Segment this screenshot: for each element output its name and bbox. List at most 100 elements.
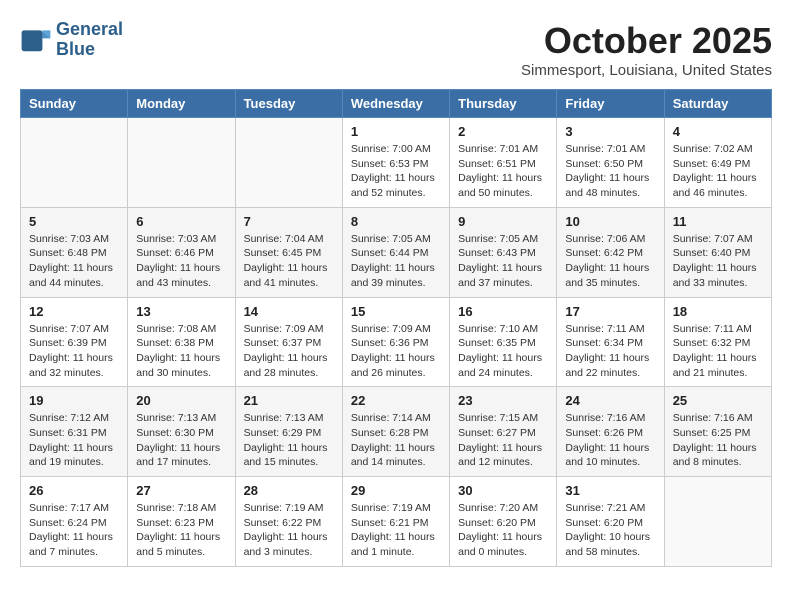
day-info: Sunrise: 7:20 AMSunset: 6:20 PMDaylight:…	[458, 501, 548, 560]
calendar-cell: 10Sunrise: 7:06 AMSunset: 6:42 PMDayligh…	[557, 207, 664, 297]
day-info: Sunrise: 7:01 AMSunset: 6:50 PMDaylight:…	[565, 142, 655, 201]
day-number: 19	[29, 393, 119, 408]
day-number: 20	[136, 393, 226, 408]
day-number: 14	[244, 304, 334, 319]
day-info: Sunrise: 7:19 AMSunset: 6:21 PMDaylight:…	[351, 501, 441, 560]
day-number: 5	[29, 214, 119, 229]
day-number: 11	[673, 214, 763, 229]
day-info: Sunrise: 7:01 AMSunset: 6:51 PMDaylight:…	[458, 142, 548, 201]
weekday-header-monday: Monday	[128, 90, 235, 118]
day-number: 2	[458, 124, 548, 139]
weekday-header-thursday: Thursday	[450, 90, 557, 118]
calendar-cell: 29 Sunrise: 7:19 AMSunset: 6:21 PMDayligh…	[342, 477, 449, 567]
day-number: 25	[673, 393, 763, 408]
calendar-table: SundayMondayTuesdayWednesdayThursdayFrid…	[20, 89, 772, 567]
day-info: Sunrise: 7:21 AMSunset: 6:20 PMDaylight:…	[565, 501, 655, 560]
calendar-cell: 15 Sunrise: 7:09 AMSunset: 6:36 PMDayligh…	[342, 297, 449, 387]
day-number: 27	[136, 483, 226, 498]
day-number: 16	[458, 304, 548, 319]
day-info: Sunrise: 7:05 AMSunset: 6:43 PMDaylight:…	[458, 232, 548, 291]
calendar-cell	[235, 118, 342, 208]
day-info: Sunrise: 7:14 AMSunset: 6:28 PMDaylight:…	[351, 411, 441, 470]
day-number: 8	[351, 214, 441, 229]
calendar-cell	[21, 118, 128, 208]
day-info: Sunrise: 7:00 AMSunset: 6:53 PMDaylight:…	[351, 142, 441, 201]
day-info: Sunrise: 7:13 AMSunset: 6:30 PMDaylight:…	[136, 411, 226, 470]
day-info: Sunrise: 7:06 AMSunset: 6:42 PMDaylight:…	[565, 232, 655, 291]
day-info: Sunrise: 7:03 AMSunset: 6:46 PMDaylight:…	[136, 232, 226, 291]
calendar-cell	[128, 118, 235, 208]
calendar-cell: 4Sunrise: 7:02 AMSunset: 6:49 PMDaylight…	[664, 118, 771, 208]
day-info: Sunrise: 7:04 AMSunset: 6:45 PMDaylight:…	[244, 232, 334, 291]
day-info: Sunrise: 7:13 AMSunset: 6:29 PMDaylight:…	[244, 411, 334, 470]
weekday-header-tuesday: Tuesday	[235, 90, 342, 118]
calendar-cell: 5 Sunrise: 7:03 AMSunset: 6:48 PMDaylight…	[21, 207, 128, 297]
calendar-cell: 18 Sunrise: 7:11 AMSunset: 6:32 PMDayligh…	[664, 297, 771, 387]
day-number: 30	[458, 483, 548, 498]
logo-text: General Blue	[56, 20, 123, 60]
page-header: General Blue October 2025 Simmesport, Lo…	[20, 20, 772, 79]
weekday-header-friday: Friday	[557, 90, 664, 118]
day-number: 7	[244, 214, 334, 229]
day-info: Sunrise: 7:03 AMSunset: 6:48 PMDaylight:…	[29, 232, 119, 291]
logo-line1: General	[56, 20, 123, 40]
calendar-cell: 1Sunrise: 7:00 AMSunset: 6:53 PMDaylight…	[342, 118, 449, 208]
day-info: Sunrise: 7:12 AMSunset: 6:31 PMDaylight:…	[29, 411, 119, 470]
day-info: Sunrise: 7:08 AMSunset: 6:38 PMDaylight:…	[136, 322, 226, 381]
calendar-cell: 7 Sunrise: 7:04 AMSunset: 6:45 PMDaylight…	[235, 207, 342, 297]
calendar-cell: 19 Sunrise: 7:12 AMSunset: 6:31 PMDayligh…	[21, 387, 128, 477]
logo: General Blue	[20, 20, 123, 60]
calendar-week-3: 12 Sunrise: 7:07 AMSunset: 6:39 PMDayligh…	[21, 297, 772, 387]
day-number: 24	[565, 393, 655, 408]
day-number: 12	[29, 304, 119, 319]
logo-icon	[20, 24, 52, 56]
calendar-cell: 2 Sunrise: 7:01 AMSunset: 6:51 PMDaylight…	[450, 118, 557, 208]
day-number: 4	[673, 124, 763, 139]
calendar-cell: 8 Sunrise: 7:05 AMSunset: 6:44 PMDaylight…	[342, 207, 449, 297]
day-info: Sunrise: 7:16 AMSunset: 6:26 PMDaylight:…	[565, 411, 655, 470]
calendar-cell: 26Sunrise: 7:17 AMSunset: 6:24 PMDayligh…	[21, 477, 128, 567]
day-info: Sunrise: 7:11 AMSunset: 6:32 PMDaylight:…	[673, 322, 763, 381]
day-number: 29	[351, 483, 441, 498]
day-number: 31	[565, 483, 655, 498]
weekday-header-sunday: Sunday	[21, 90, 128, 118]
calendar-cell: 6 Sunrise: 7:03 AMSunset: 6:46 PMDaylight…	[128, 207, 235, 297]
calendar-cell	[664, 477, 771, 567]
calendar-week-1: 1Sunrise: 7:00 AMSunset: 6:53 PMDaylight…	[21, 118, 772, 208]
calendar-cell: 31 Sunrise: 7:21 AMSunset: 6:20 PMDayligh…	[557, 477, 664, 567]
day-info: Sunrise: 7:11 AMSunset: 6:34 PMDaylight:…	[565, 322, 655, 381]
day-info: Sunrise: 7:09 AMSunset: 6:36 PMDaylight:…	[351, 322, 441, 381]
day-number: 18	[673, 304, 763, 319]
day-number: 26	[29, 483, 119, 498]
weekday-header-row: SundayMondayTuesdayWednesdayThursdayFrid…	[21, 90, 772, 118]
calendar-cell: 23Sunrise: 7:15 AMSunset: 6:27 PMDayligh…	[450, 387, 557, 477]
location: Simmesport, Louisiana, United States	[521, 62, 772, 79]
day-number: 9	[458, 214, 548, 229]
day-info: Sunrise: 7:05 AMSunset: 6:44 PMDaylight:…	[351, 232, 441, 291]
calendar-cell: 14 Sunrise: 7:09 AMSunset: 6:37 PMDayligh…	[235, 297, 342, 387]
title-area: October 2025 Simmesport, Louisiana, Unit…	[521, 20, 772, 79]
calendar-cell: 17Sunrise: 7:11 AMSunset: 6:34 PMDayligh…	[557, 297, 664, 387]
day-number: 21	[244, 393, 334, 408]
calendar-cell: 22 Sunrise: 7:14 AMSunset: 6:28 PMDayligh…	[342, 387, 449, 477]
calendar-cell: 16Sunrise: 7:10 AMSunset: 6:35 PMDayligh…	[450, 297, 557, 387]
calendar-week-5: 26Sunrise: 7:17 AMSunset: 6:24 PMDayligh…	[21, 477, 772, 567]
day-info: Sunrise: 7:07 AMSunset: 6:40 PMDaylight:…	[673, 232, 763, 291]
calendar-cell: 30 Sunrise: 7:20 AMSunset: 6:20 PMDayligh…	[450, 477, 557, 567]
day-info: Sunrise: 7:15 AMSunset: 6:27 PMDaylight:…	[458, 411, 548, 470]
day-info: Sunrise: 7:09 AMSunset: 6:37 PMDaylight:…	[244, 322, 334, 381]
calendar-week-4: 19 Sunrise: 7:12 AMSunset: 6:31 PMDayligh…	[21, 387, 772, 477]
day-info: Sunrise: 7:19 AMSunset: 6:22 PMDaylight:…	[244, 501, 334, 560]
weekday-header-wednesday: Wednesday	[342, 90, 449, 118]
day-number: 22	[351, 393, 441, 408]
logo-line2: Blue	[56, 40, 123, 60]
calendar-week-2: 5 Sunrise: 7:03 AMSunset: 6:48 PMDaylight…	[21, 207, 772, 297]
calendar-cell: 24 Sunrise: 7:16 AMSunset: 6:26 PMDayligh…	[557, 387, 664, 477]
day-info: Sunrise: 7:07 AMSunset: 6:39 PMDaylight:…	[29, 322, 119, 381]
calendar-cell: 25Sunrise: 7:16 AMSunset: 6:25 PMDayligh…	[664, 387, 771, 477]
day-number: 6	[136, 214, 226, 229]
calendar-cell: 9 Sunrise: 7:05 AMSunset: 6:43 PMDaylight…	[450, 207, 557, 297]
day-number: 13	[136, 304, 226, 319]
weekday-header-saturday: Saturday	[664, 90, 771, 118]
day-number: 15	[351, 304, 441, 319]
